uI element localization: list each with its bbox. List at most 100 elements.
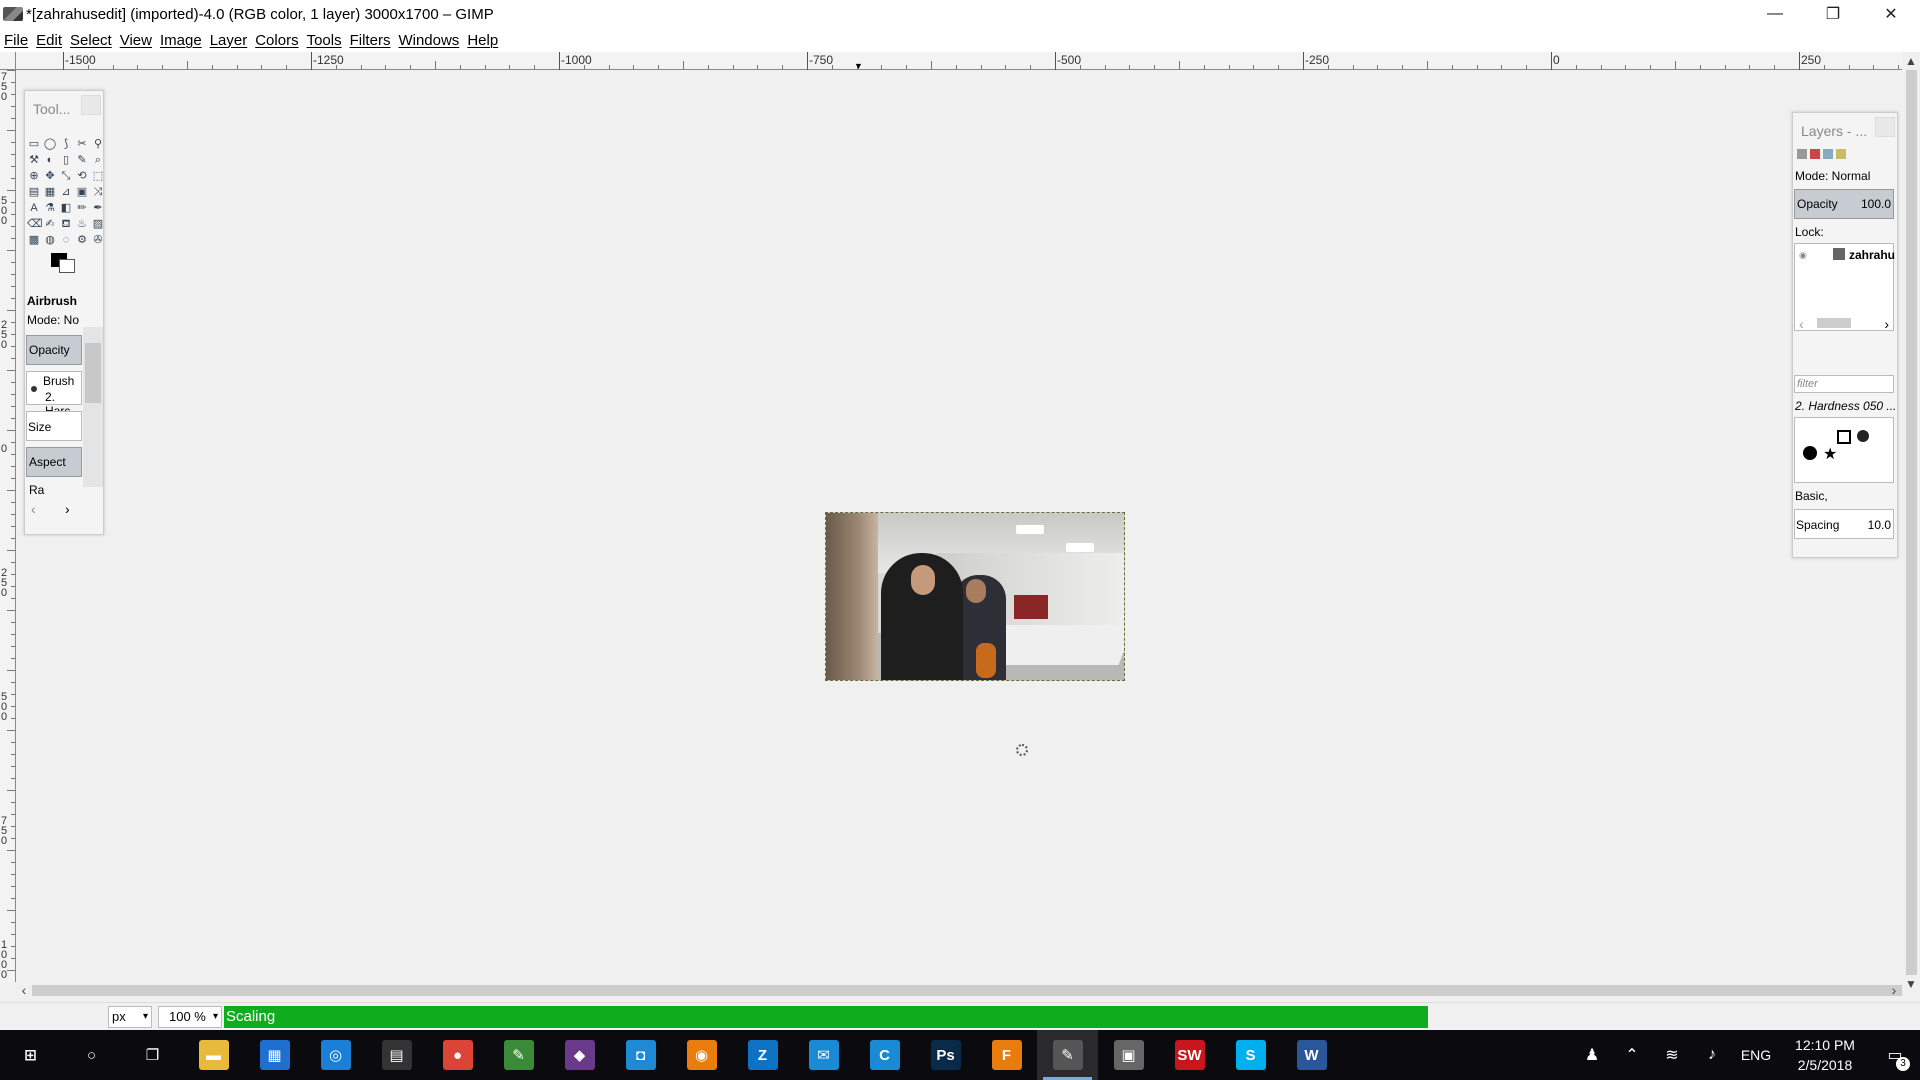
dock-scroll-right-icon[interactable]: › <box>65 501 70 517</box>
list-scroll-right-icon[interactable]: › <box>1884 316 1889 332</box>
volume-icon[interactable]: ♪ <box>1692 1046 1732 1064</box>
visibility-eye-icon[interactable]: ◉ <box>1799 250 1807 261</box>
brush-grid[interactable]: ★ <box>1794 417 1894 483</box>
start-taskbar-button[interactable]: ⊞ <box>0 1030 61 1080</box>
restore-button[interactable]: ❐ <box>1804 0 1862 28</box>
tool-icon[interactable]: A <box>27 201 41 215</box>
notifications-icon[interactable]: ▭ 3 <box>1870 1045 1920 1071</box>
dock-scroll-left-icon[interactable]: ‹ <box>31 501 36 517</box>
tool-icon[interactable]: ✏ <box>75 201 89 215</box>
search-taskbar-button[interactable]: ○ <box>61 1030 122 1080</box>
layer-thumbnail[interactable] <box>1833 248 1845 260</box>
people-icon[interactable]: ♟ <box>1572 1045 1612 1065</box>
tool-icon[interactable]: ✥ <box>43 169 57 183</box>
gimp-taskbar-button[interactable]: ✎ <box>1037 1030 1098 1080</box>
dock-close-button[interactable] <box>81 95 101 115</box>
scroll-right-icon[interactable]: › <box>1886 981 1902 999</box>
calendar-taskbar-button[interactable]: ▤ <box>366 1030 427 1080</box>
layer-list[interactable]: ◉ zahrahu ‹ › <box>1794 243 1895 332</box>
scroll-thumb[interactable] <box>85 343 101 403</box>
layer-opacity-slider[interactable]: Opacity 100.0 <box>1794 189 1894 219</box>
tool-icon[interactable]: ▨ <box>91 217 105 231</box>
horizontal-ruler[interactable]: -1500-1250-1000-750-500-2500250500750100… <box>16 52 1902 71</box>
ruler-corner[interactable] <box>0 52 16 70</box>
tool-icon[interactable]: ✒ <box>91 201 105 215</box>
tool-icon[interactable]: ⤡ <box>59 169 73 183</box>
tool-icon[interactable]: ⌕ <box>91 153 105 167</box>
scroll-thumb[interactable] <box>32 985 1904 996</box>
skype-taskbar-button[interactable]: S <box>1220 1030 1281 1080</box>
background-color-swatch[interactable] <box>59 259 75 273</box>
spacing-slider[interactable]: Spacing 10.0 <box>1794 509 1894 539</box>
vertical-scrollbar[interactable]: ▲ ▼ <box>1902 52 1920 999</box>
tool-icon[interactable]: ▣ <box>75 185 89 199</box>
scroll-up-icon[interactable]: ▲ <box>1902 52 1920 70</box>
scroll-down-icon[interactable]: ▼ <box>1902 975 1920 993</box>
image-canvas[interactable] <box>825 512 1125 681</box>
mode-label[interactable]: Mode: No <box>27 313 79 327</box>
vertical-ruler[interactable]: 7 5 0 5 0 0 2 5 0 0 2 5 0 5 0 0 7 5 0 1 0 0 0 <box>0 70 16 982</box>
tool-icon[interactable]: ⊿ <box>59 185 73 199</box>
tool-icon[interactable]: ⟆ <box>59 137 73 151</box>
menu-select[interactable]: Select <box>70 32 112 49</box>
horizontal-scrollbar[interactable]: ‹ › <box>16 981 1904 999</box>
dock-close-button[interactable] <box>1875 117 1895 137</box>
menu-file[interactable]: File <box>4 32 28 49</box>
tool-icon[interactable]: ⬚ <box>91 169 105 183</box>
tool-icon[interactable]: ✎ <box>75 153 89 167</box>
menu-layer[interactable]: Layer <box>210 32 248 49</box>
menu-tools[interactable]: Tools <box>307 32 342 49</box>
tool-icon[interactable]: ◯ <box>43 137 57 151</box>
tool-icon[interactable]: ◐ <box>43 153 57 167</box>
safari-taskbar-button[interactable]: ◎ <box>305 1030 366 1080</box>
opacity-slider[interactable]: Opacity <box>26 335 82 365</box>
scroll-left-icon[interactable]: ‹ <box>16 981 32 999</box>
menu-filters[interactable]: Filters <box>350 32 391 49</box>
tool-icon[interactable]: ⌫ <box>27 217 43 231</box>
scroll-thumb[interactable] <box>1906 70 1917 975</box>
size-slider[interactable]: Size <box>26 411 82 441</box>
tool-icon[interactable]: ◌ <box>59 233 73 247</box>
zoom-select[interactable]: 100 % ▾ <box>158 1006 222 1028</box>
brush-round-icon[interactable] <box>1857 430 1869 442</box>
tool-icon[interactable]: ✂ <box>75 137 89 151</box>
photo-viewer-taskbar-button[interactable]: ▣ <box>1098 1030 1159 1080</box>
tool-icon[interactable]: ⛾ <box>59 217 73 231</box>
zoom-taskbar-button[interactable]: Z <box>732 1030 793 1080</box>
language-indicator[interactable]: ENG <box>1732 1047 1780 1063</box>
chrome-taskbar-button[interactable]: ● <box>427 1030 488 1080</box>
tool-icon[interactable]: ✍ <box>43 217 57 231</box>
solidworks-taskbar-button[interactable]: SW <box>1159 1030 1220 1080</box>
tool-icon[interactable]: ♨ <box>75 217 89 231</box>
chevron-up-icon[interactable]: ⌃ <box>1612 1045 1652 1065</box>
paths-tab-icon[interactable] <box>1823 149 1833 159</box>
layer-name[interactable]: zahrahu <box>1849 248 1895 262</box>
aspect-ratio-slider[interactable]: Aspect Ra <box>26 447 82 497</box>
tool-icon[interactable]: ✇ <box>91 233 105 247</box>
brush-preset-select[interactable]: Basic, <box>1795 489 1828 503</box>
brush-filter-input[interactable]: filter <box>1794 375 1894 393</box>
menu-image[interactable]: Image <box>160 32 202 49</box>
clock[interactable]: 12:10 PM 2/5/2018 <box>1780 1035 1870 1075</box>
tool-icon[interactable]: ◧ <box>59 201 73 215</box>
file-explorer-taskbar-button[interactable]: ▬ <box>183 1030 244 1080</box>
app-taskbar-button[interactable]: ◘ <box>610 1030 671 1080</box>
tool-icon[interactable]: ⚲ <box>91 137 105 151</box>
menu-help[interactable]: Help <box>467 32 498 49</box>
menu-view[interactable]: View <box>120 32 152 49</box>
tool-icon[interactable]: ▤ <box>27 185 41 199</box>
list-scroll-left-icon[interactable]: ‹ <box>1799 316 1804 332</box>
tool-icon[interactable]: ⚒ <box>27 153 41 167</box>
tool-icon[interactable]: ▯ <box>59 153 73 167</box>
notepad-taskbar-button[interactable]: ✎ <box>488 1030 549 1080</box>
brush-selector[interactable]: Brush 2. Harc <box>26 371 82 418</box>
mail-taskbar-button[interactable]: ✉ <box>793 1030 854 1080</box>
word-taskbar-button[interactable]: W <box>1281 1030 1342 1080</box>
photoshop-taskbar-button[interactable]: Ps <box>915 1030 976 1080</box>
tool-icon[interactable]: ▦ <box>43 185 57 199</box>
fusion-taskbar-button[interactable]: F <box>976 1030 1037 1080</box>
scroll-thumb[interactable] <box>1817 318 1851 328</box>
options-scrollbar[interactable] <box>83 327 103 487</box>
tool-icon[interactable]: ⟲ <box>75 169 89 183</box>
undo-tab-icon[interactable] <box>1836 149 1846 159</box>
